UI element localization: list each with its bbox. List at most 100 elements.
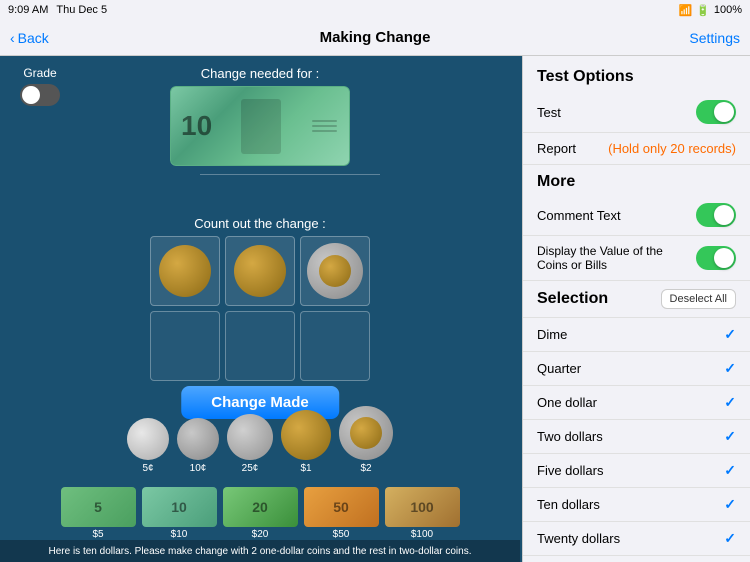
coin-cell-6[interactable] — [300, 311, 370, 381]
main-content: Grade Change needed for : 10 — [0, 56, 750, 562]
check-row-five-dollars[interactable]: Five dollars ✓ — [523, 454, 750, 488]
bill-20-img: 20 — [223, 487, 298, 527]
check-row-dime[interactable]: Dime ✓ — [523, 318, 750, 352]
status-icons: 📶 🔋 100% — [678, 4, 742, 17]
check-mark-ten-dollars: ✓ — [724, 496, 736, 513]
more-section-title: More — [523, 165, 750, 195]
selection-title: Selection — [537, 290, 608, 308]
bill-5-img: 5 — [61, 487, 136, 527]
back-button[interactable]: ‹ Back — [10, 30, 49, 46]
check-mark-quarter: ✓ — [724, 360, 736, 377]
coin-2d-label: $2 — [360, 463, 371, 474]
bottom-bills-row: 5 $5 10 $10 20 $20 50 $50 100 $100 — [0, 487, 520, 540]
coin-cell-4[interactable] — [150, 311, 220, 381]
report-note[interactable]: (Hold only 20 records) — [608, 141, 736, 156]
bill-decoration — [309, 99, 339, 154]
test-row: Test — [523, 92, 750, 133]
coin-10c-label: 10¢ — [190, 463, 207, 474]
test-options-title: Test Options — [523, 56, 750, 92]
coin-5c-item[interactable]: 5¢ — [127, 418, 169, 474]
coin-grid — [150, 236, 370, 381]
coin-2d-item[interactable]: $2 — [339, 406, 393, 474]
report-row: Report (Hold only 20 records) — [523, 133, 750, 165]
toonie-inner — [319, 255, 351, 287]
battery-icon: 🔋 — [696, 4, 710, 17]
bill-5-label: $5 — [92, 529, 103, 540]
bill-value: 10 — [181, 110, 212, 142]
check-row-two-dollars[interactable]: Two dollars ✓ — [523, 420, 750, 454]
instruction-text: Here is ten dollars. Please make change … — [49, 546, 472, 557]
check-label-ten-dollars: Ten dollars — [537, 497, 600, 512]
check-label-twenty-dollars: Twenty dollars — [537, 531, 620, 546]
status-date: Thu Dec 5 — [56, 4, 107, 16]
check-mark-dime: ✓ — [724, 326, 736, 343]
settings-button[interactable]: Settings — [689, 30, 740, 46]
coin-25c — [227, 414, 273, 460]
check-mark-one-dollar: ✓ — [724, 394, 736, 411]
bill-divider — [200, 174, 380, 175]
status-time: 9:09 AM — [8, 4, 48, 16]
back-label: Back — [18, 30, 49, 46]
comment-text-label: Comment Text — [537, 208, 696, 223]
coin-cell-1[interactable] — [150, 236, 220, 306]
coin-2d — [339, 406, 393, 460]
bill-display: 10 — [170, 86, 350, 166]
check-row-quarter[interactable]: Quarter ✓ — [523, 352, 750, 386]
test-label: Test — [537, 105, 696, 120]
check-label-quarter: Quarter — [537, 361, 581, 376]
comment-text-row: Comment Text — [523, 195, 750, 236]
coin-1d-item[interactable]: $1 — [281, 410, 331, 474]
check-row-ten-dollars[interactable]: Ten dollars ✓ — [523, 488, 750, 522]
coin-25c-item[interactable]: 25¢ — [227, 414, 273, 474]
change-needed-label: Change needed for : — [201, 66, 320, 81]
bill-20-item[interactable]: 20 $20 — [223, 487, 298, 540]
bill-100-item[interactable]: 100 $100 — [385, 487, 460, 540]
coin-cell-5[interactable] — [225, 311, 295, 381]
bill-100-img: 100 — [385, 487, 460, 527]
report-label: Report — [537, 141, 608, 156]
bill-portrait — [241, 99, 281, 154]
count-label: Count out the change : — [194, 216, 326, 231]
check-label-five-dollars: Five dollars — [537, 463, 603, 478]
check-row-fifty-dollars[interactable]: Fifty dollars ✓ — [523, 556, 750, 562]
instruction-bar: Here is ten dollars. Please make change … — [0, 540, 520, 562]
coin-10c-item[interactable]: 10¢ — [177, 418, 219, 474]
nav-bar: ‹ Back Making Change Settings — [0, 20, 750, 56]
display-value-toggle[interactable] — [696, 246, 736, 270]
test-toggle[interactable] — [696, 100, 736, 124]
bill-10-img: 10 — [142, 487, 217, 527]
coin-cell-3[interactable] — [300, 236, 370, 306]
ten-dollar-bill: 10 — [170, 86, 350, 166]
check-mark-five-dollars: ✓ — [724, 462, 736, 479]
page-title: Making Change — [320, 29, 431, 46]
bottom-coins-row: 5¢ 10¢ 25¢ $1 $2 — [0, 406, 520, 474]
check-row-one-dollar[interactable]: One dollar ✓ — [523, 386, 750, 420]
comment-text-toggle[interactable] — [696, 203, 736, 227]
test-toggle-knob — [714, 102, 734, 122]
status-bar: 9:09 AM Thu Dec 5 📶 🔋 100% — [0, 0, 750, 20]
coin-cell-2[interactable] — [225, 236, 295, 306]
display-value-row: Display the Value of the Coins or Bills — [523, 236, 750, 281]
display-value-label: Display the Value of the Coins or Bills — [537, 244, 696, 272]
bill-50-img: 50 — [304, 487, 379, 527]
comment-toggle-knob — [714, 205, 734, 225]
check-mark-twenty-dollars: ✓ — [724, 530, 736, 547]
bill-100-label: $100 — [411, 529, 433, 540]
bill-50-label: $50 — [333, 529, 350, 540]
coin-25c-label: 25¢ — [242, 463, 259, 474]
grade-toggle[interactable] — [20, 84, 60, 106]
bill-50-item[interactable]: 50 $50 — [304, 487, 379, 540]
toonie-coin-1 — [307, 243, 363, 299]
coin-1d-label: $1 — [300, 463, 311, 474]
check-label-one-dollar: One dollar — [537, 395, 597, 410]
check-row-twenty-dollars[interactable]: Twenty dollars ✓ — [523, 522, 750, 556]
left-panel: Grade Change needed for : 10 — [0, 56, 520, 562]
battery-percent: 100% — [714, 4, 742, 16]
bill-5-item[interactable]: 5 $5 — [61, 487, 136, 540]
deselect-all-button[interactable]: Deselect All — [661, 289, 736, 309]
grade-label: Grade — [20, 66, 60, 80]
bill-10-item[interactable]: 10 $10 — [142, 487, 217, 540]
toggle-knob — [22, 86, 40, 104]
grade-section: Grade — [20, 66, 60, 106]
right-panel: Test Options Test Report (Hold only 20 r… — [522, 56, 750, 562]
